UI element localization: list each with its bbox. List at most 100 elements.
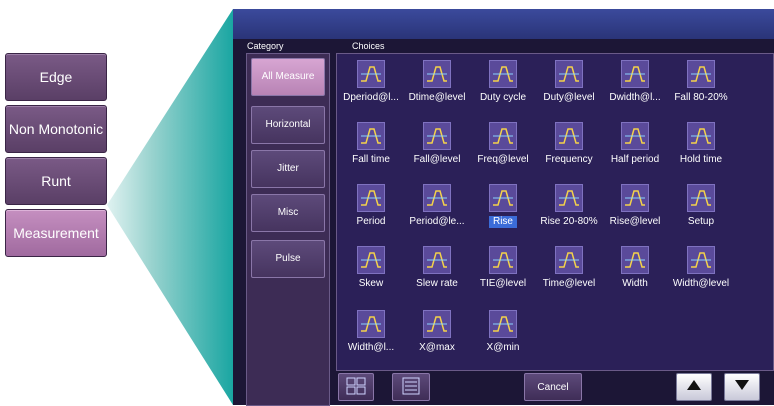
measure-waveform-icon <box>621 246 649 274</box>
edge-button[interactable]: Edge <box>5 53 107 101</box>
choice-11[interactable]: Hold time <box>669 122 733 166</box>
choice-label: Hold time <box>679 154 723 165</box>
choice-label: Fall 80-20% <box>674 92 728 103</box>
measure-waveform-icon <box>555 60 583 88</box>
choice-label: Dperiod@l... <box>343 92 399 103</box>
category-list: All Measure Horizontal Jitter Misc Pulse <box>246 53 330 406</box>
measure-waveform-icon <box>423 246 451 274</box>
choice-0[interactable]: Dperiod@l... <box>339 60 403 104</box>
category-pulse[interactable]: Pulse <box>251 240 325 278</box>
choice-label: Period <box>356 216 386 227</box>
category-misc[interactable]: Misc <box>251 194 325 232</box>
choice-label: Width@l... <box>347 342 395 353</box>
measure-waveform-icon <box>555 122 583 150</box>
choice-20[interactable]: TIE@level <box>471 246 535 290</box>
choice-label: Frequency <box>545 154 593 165</box>
choice-label: Slew rate <box>416 278 458 289</box>
measure-waveform-icon <box>357 310 385 338</box>
bottom-toolbar: Cancel <box>336 369 774 405</box>
choice-21[interactable]: Time@level <box>537 246 601 290</box>
measure-waveform-icon <box>489 122 517 150</box>
choice-24[interactable]: Width@l... <box>339 310 403 354</box>
choice-9[interactable]: Frequency <box>537 122 601 166</box>
category-jitter[interactable]: Jitter <box>251 150 325 188</box>
down-button[interactable] <box>724 373 760 401</box>
panel-title-bar <box>233 9 774 39</box>
grid-icon <box>346 377 366 398</box>
measure-waveform-icon <box>555 184 583 212</box>
category-horizontal[interactable]: Horizontal <box>251 106 325 144</box>
edge-label: Edge <box>39 69 73 85</box>
triangle-up-icon <box>686 378 702 396</box>
choice-label: TIE@level <box>479 278 527 289</box>
measurement-button[interactable]: Measurement <box>5 209 107 257</box>
choice-25[interactable]: X@max <box>405 310 469 354</box>
choice-label: Duty cycle <box>479 92 527 103</box>
choice-1[interactable]: Dtime@level <box>405 60 469 104</box>
measure-waveform-icon <box>555 246 583 274</box>
non-monotonic-label: Non Monotonic <box>8 121 104 137</box>
choice-2[interactable]: Duty cycle <box>471 60 535 104</box>
choice-17[interactable]: Setup <box>669 184 733 228</box>
measure-waveform-icon <box>621 184 649 212</box>
measure-waveform-icon <box>687 246 715 274</box>
measure-waveform-icon <box>423 184 451 212</box>
choice-16[interactable]: Rise@level <box>603 184 667 228</box>
measure-waveform-icon <box>489 246 517 274</box>
triangle-down-icon <box>734 378 750 396</box>
choice-label: Half period <box>610 154 660 165</box>
measure-waveform-icon <box>489 60 517 88</box>
measure-waveform-icon <box>489 310 517 338</box>
list-icon <box>402 377 420 398</box>
measure-waveform-icon <box>489 184 517 212</box>
measurement-label: Measurement <box>13 225 99 241</box>
choice-label: Fall time <box>352 154 390 165</box>
choice-10[interactable]: Half period <box>603 122 667 166</box>
choice-label: Period@le... <box>409 216 465 227</box>
choice-7[interactable]: Fall@level <box>405 122 469 166</box>
choice-18[interactable]: Skew <box>339 246 403 290</box>
choice-13[interactable]: Period@le... <box>405 184 469 228</box>
choice-15[interactable]: Rise 20-80% <box>537 184 601 228</box>
measure-waveform-icon <box>357 122 385 150</box>
runt-button[interactable]: Runt <box>5 157 107 205</box>
choice-label: Rise@level <box>609 216 661 227</box>
choice-12[interactable]: Period <box>339 184 403 228</box>
measure-waveform-icon <box>423 122 451 150</box>
category-horizontal-label: Horizontal <box>265 119 311 130</box>
choice-label: Freq@level <box>477 154 529 165</box>
choice-6[interactable]: Fall time <box>339 122 403 166</box>
choice-label: Setup <box>687 216 715 227</box>
choice-14[interactable]: Rise <box>471 184 535 231</box>
choice-19[interactable]: Slew rate <box>405 246 469 290</box>
measurement-panel: Category Choices All Measure Horizontal … <box>233 9 774 406</box>
choices-grid: Dperiod@l... Dtime@level Duty cycle Duty@le… <box>336 53 774 371</box>
measure-waveform-icon <box>357 60 385 88</box>
measure-waveform-icon <box>357 184 385 212</box>
choice-label: Dwidth@l... <box>609 92 661 103</box>
choice-label: Time@level <box>542 278 596 289</box>
measure-waveform-icon <box>621 122 649 150</box>
list-view-button[interactable] <box>392 373 430 401</box>
up-button[interactable] <box>676 373 712 401</box>
choice-label: Fall@level <box>413 154 461 165</box>
choice-label: Rise <box>488 216 517 228</box>
choice-26[interactable]: X@min <box>471 310 535 354</box>
grid-view-button[interactable] <box>338 373 374 401</box>
choice-label: Width@level <box>672 278 730 289</box>
choice-label: X@max <box>419 342 455 353</box>
measure-waveform-icon <box>423 310 451 338</box>
category-pulse-label: Pulse <box>275 253 301 264</box>
category-jitter-label: Jitter <box>277 163 299 174</box>
category-all-measure[interactable]: All Measure <box>251 58 325 96</box>
choice-4[interactable]: Dwidth@l... <box>603 60 667 104</box>
cancel-button[interactable]: Cancel <box>524 373 582 401</box>
choice-8[interactable]: Freq@level <box>471 122 535 166</box>
choice-5[interactable]: Fall 80-20% <box>669 60 733 104</box>
choice-22[interactable]: Width <box>603 246 667 290</box>
choice-23[interactable]: Width@level <box>669 246 733 290</box>
non-monotonic-button[interactable]: Non Monotonic <box>5 105 107 153</box>
choice-3[interactable]: Duty@level <box>537 60 601 104</box>
choices-header: Choices <box>352 41 385 51</box>
cancel-label: Cancel <box>537 381 569 393</box>
